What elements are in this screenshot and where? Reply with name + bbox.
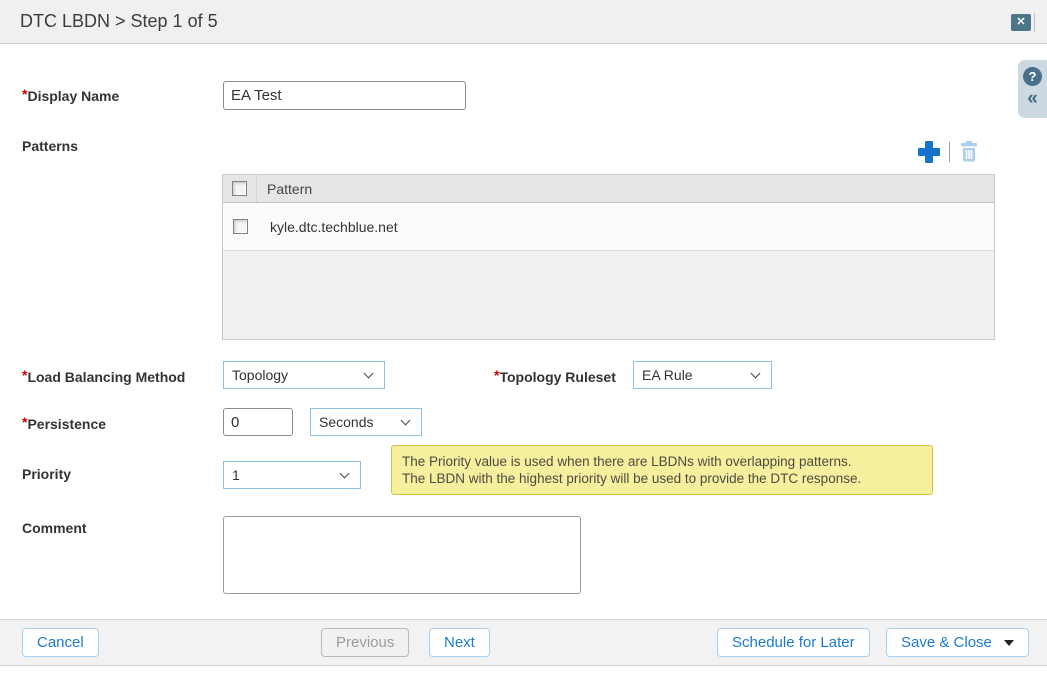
page-title: DTC LBDN > Step 1 of 5 bbox=[20, 0, 218, 43]
header-divider bbox=[1034, 13, 1035, 32]
next-button[interactable]: Next bbox=[429, 628, 490, 657]
patterns-label-text: Patterns bbox=[22, 138, 78, 154]
row-checkbox-cell bbox=[223, 219, 257, 234]
chevron-down-icon bbox=[401, 415, 411, 425]
dialog-footer: Cancel Previous Next Schedule for Later … bbox=[0, 619, 1047, 666]
cancel-button[interactable]: Cancel bbox=[22, 628, 99, 657]
select-all-checkbox[interactable] bbox=[232, 181, 247, 196]
save-and-close-button[interactable]: Save & Close bbox=[886, 628, 1029, 657]
ruleset-label-text: Topology Ruleset bbox=[499, 369, 615, 385]
lbm-select-value: Topology bbox=[232, 367, 288, 383]
patterns-table: Pattern kyle.dtc.techblue.net bbox=[222, 174, 995, 340]
persistence-label: *Persistence bbox=[22, 414, 106, 432]
help-panel: ? « bbox=[1018, 60, 1047, 118]
chevron-down-icon bbox=[751, 368, 761, 378]
persistence-unit-select[interactable]: Seconds bbox=[310, 408, 422, 436]
priority-select[interactable]: 1 bbox=[223, 461, 361, 489]
lbm-label-text: Load Balancing Method bbox=[27, 369, 185, 385]
collapse-panel-icon[interactable]: « bbox=[1027, 89, 1038, 109]
select-all-cell bbox=[223, 175, 257, 202]
patterns-label: Patterns bbox=[22, 138, 78, 154]
close-icon[interactable]: ✕ bbox=[1011, 14, 1031, 31]
add-pattern-icon[interactable] bbox=[918, 141, 940, 163]
previous-button[interactable]: Previous bbox=[321, 628, 409, 657]
comment-textarea[interactable] bbox=[223, 516, 581, 594]
row-checkbox[interactable] bbox=[233, 219, 248, 234]
save-and-close-label: Save & Close bbox=[901, 634, 992, 651]
delete-pattern-icon[interactable] bbox=[959, 141, 979, 168]
comment-label: Comment bbox=[22, 520, 87, 536]
comment-label-text: Comment bbox=[22, 520, 87, 536]
chevron-down-icon bbox=[364, 368, 374, 378]
priority-select-value: 1 bbox=[232, 467, 240, 483]
help-icon[interactable]: ? bbox=[1023, 67, 1042, 86]
persistence-label-text: Persistence bbox=[27, 416, 106, 432]
priority-info-note: The Priority value is used when there ar… bbox=[391, 445, 933, 495]
pattern-column-header: Pattern bbox=[257, 181, 312, 197]
priority-label-text: Priority bbox=[22, 466, 71, 482]
display-name-label: *Display Name bbox=[22, 86, 119, 104]
priority-label: Priority bbox=[22, 466, 71, 482]
table-row[interactable]: kyle.dtc.techblue.net bbox=[223, 203, 994, 251]
patterns-table-header: Pattern bbox=[223, 175, 994, 203]
schedule-for-later-button[interactable]: Schedule for Later bbox=[717, 628, 870, 657]
priority-note-line2: The LBDN with the highest priority will … bbox=[402, 470, 922, 487]
ruleset-select-value: EA Rule bbox=[642, 367, 693, 383]
priority-note-line1: The Priority value is used when there ar… bbox=[402, 453, 922, 470]
display-name-label-text: Display Name bbox=[27, 88, 119, 104]
load-balancing-method-label: *Load Balancing Method bbox=[22, 367, 185, 385]
topology-ruleset-label: *Topology Ruleset bbox=[494, 367, 616, 385]
dialog-header: DTC LBDN > Step 1 of 5 ✕ bbox=[0, 0, 1047, 44]
topology-ruleset-select[interactable]: EA Rule bbox=[633, 361, 772, 389]
persistence-unit-value: Seconds bbox=[319, 414, 373, 430]
toolbar-divider bbox=[949, 142, 950, 162]
load-balancing-method-select[interactable]: Topology bbox=[223, 361, 385, 389]
display-name-input[interactable] bbox=[223, 81, 466, 110]
persistence-input[interactable] bbox=[223, 408, 293, 436]
pattern-cell: kyle.dtc.techblue.net bbox=[257, 219, 398, 235]
chevron-down-icon bbox=[340, 468, 350, 478]
caret-down-icon bbox=[1004, 640, 1014, 646]
